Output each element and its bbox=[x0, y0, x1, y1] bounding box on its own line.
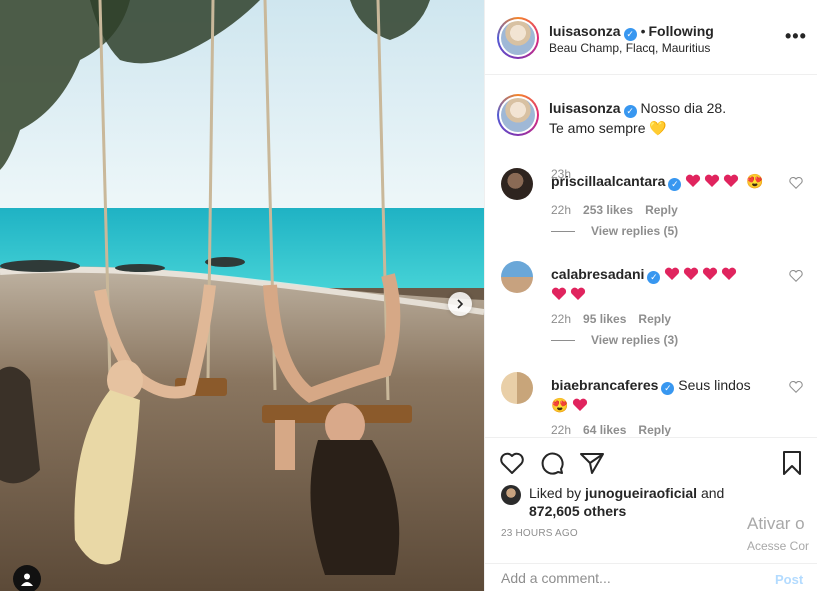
windows-activation-subtext: Acesse Cor bbox=[747, 539, 810, 553]
comment-time[interactable]: 22h bbox=[551, 203, 571, 217]
caption-text: luisasonza ✓ Nosso dia 28. Te amo sempre … bbox=[549, 98, 789, 138]
liker-avatar[interactable] bbox=[501, 485, 521, 505]
author-avatar[interactable] bbox=[497, 17, 539, 59]
red-heart-icon bbox=[551, 287, 567, 300]
reply-button[interactable]: Reply bbox=[645, 203, 678, 217]
view-replies-label: View replies (5) bbox=[591, 224, 679, 238]
replies-line bbox=[551, 231, 575, 233]
verified-icon: ✓ bbox=[623, 104, 637, 118]
red-heart-icon bbox=[665, 267, 680, 280]
reply-button[interactable]: Reply bbox=[638, 423, 671, 436]
comment-likes[interactable]: 64 likes bbox=[583, 423, 626, 436]
like-heart-icon[interactable] bbox=[499, 450, 525, 476]
comment-meta: 22h 64 likes Reply bbox=[551, 423, 683, 436]
verified-icon: ✓ bbox=[623, 28, 637, 41]
commenter-username[interactable]: biaebrancaferes bbox=[551, 377, 658, 393]
yellow-heart-icon: 💛 bbox=[649, 120, 667, 136]
comment-text: priscillaalcantara ✓ 😍 bbox=[551, 171, 771, 191]
commenter-avatar[interactable] bbox=[501, 168, 533, 200]
like-comment-icon[interactable] bbox=[789, 380, 803, 394]
heart-eyes-icon: 😍 bbox=[551, 397, 569, 413]
caption-line1: Nosso dia 28. bbox=[640, 100, 727, 116]
comment-text: calabresadani ✓ bbox=[551, 264, 771, 304]
commenter-username[interactable]: priscillaalcantara bbox=[551, 173, 665, 189]
view-replies-button[interactable]: View replies (5) bbox=[551, 224, 678, 238]
comment-text: biaebrancaferes ✓ Seus lindos 😍 bbox=[551, 375, 771, 415]
post-header: luisasonza ✓ • Following Beau Champ, Flacq,… bbox=[485, 0, 817, 75]
author-username[interactable]: luisasonza bbox=[549, 23, 621, 39]
add-comment-bar: Post bbox=[485, 563, 817, 591]
view-replies-label: View replies (3) bbox=[591, 333, 679, 347]
liked-by-and: and bbox=[700, 485, 725, 501]
red-heart-icon bbox=[686, 174, 701, 187]
save-bookmark-icon[interactable] bbox=[779, 450, 805, 476]
commenter-username[interactable]: calabresadani bbox=[551, 266, 644, 282]
swing-beach-photo bbox=[0, 0, 484, 591]
likes-count[interactable]: 872,605 others bbox=[529, 503, 626, 519]
comment-time[interactable]: 22h bbox=[551, 312, 571, 326]
comment-body: Seus lindos bbox=[678, 377, 751, 393]
red-heart-icon bbox=[705, 174, 720, 187]
reply-button[interactable]: Reply bbox=[638, 312, 671, 326]
liked-by-prefix: Liked by bbox=[529, 485, 582, 501]
red-heart-icon bbox=[722, 267, 737, 280]
verified-icon: ✓ bbox=[661, 381, 675, 395]
author-line: luisasonza ✓ • Following bbox=[549, 23, 714, 41]
comment-time[interactable]: 22h bbox=[551, 423, 571, 436]
comments-list[interactable]: luisasonza ✓ Nosso dia 28. Te amo sempre … bbox=[485, 76, 817, 436]
comment-input[interactable] bbox=[501, 570, 751, 586]
red-heart-icon bbox=[573, 398, 588, 411]
post-comment-button[interactable]: Post bbox=[775, 572, 803, 587]
following-button[interactable]: Following bbox=[649, 23, 714, 39]
post-timestamp[interactable]: 23 HOURS AGO bbox=[501, 528, 578, 539]
comment-likes[interactable]: 95 likes bbox=[583, 312, 626, 326]
separator-dot: • bbox=[640, 23, 646, 39]
like-comment-icon[interactable] bbox=[789, 176, 803, 190]
chevron-right-icon bbox=[457, 299, 464, 309]
view-replies-button[interactable]: View replies (3) bbox=[551, 333, 678, 347]
verified-icon: ✓ bbox=[647, 270, 661, 284]
comment-bubble-icon[interactable] bbox=[539, 450, 565, 476]
commenter-avatar[interactable] bbox=[501, 372, 533, 404]
comment-meta: 22h 253 likes Reply bbox=[551, 203, 690, 217]
red-heart-icon bbox=[570, 287, 586, 300]
commenter-avatar[interactable] bbox=[501, 261, 533, 293]
red-heart-icon bbox=[724, 174, 739, 187]
comment-likes[interactable]: 253 likes bbox=[583, 203, 633, 217]
next-photo-button[interactable] bbox=[448, 292, 472, 316]
red-heart-icon bbox=[703, 267, 718, 280]
caption-avatar[interactable] bbox=[497, 94, 539, 136]
caption-username[interactable]: luisasonza bbox=[549, 100, 621, 116]
windows-activation-watermark: Ativar o bbox=[747, 514, 805, 533]
liked-by-user[interactable]: junogueiraoficial bbox=[585, 485, 697, 501]
tagged-users-button[interactable] bbox=[13, 565, 41, 591]
more-options-icon[interactable]: ••• bbox=[785, 26, 807, 47]
post-side-panel: luisasonza ✓ • Following Beau Champ, Flacq,… bbox=[484, 0, 817, 591]
caption-line2: Te amo sempre bbox=[549, 120, 646, 136]
verified-icon: ✓ bbox=[668, 177, 682, 191]
heart-group bbox=[685, 173, 746, 189]
post-photo[interactable] bbox=[0, 0, 484, 591]
like-comment-icon[interactable] bbox=[789, 269, 803, 283]
location-link[interactable]: Beau Champ, Flacq, Mauritius bbox=[549, 41, 710, 55]
comment-meta: 22h 95 likes Reply bbox=[551, 312, 683, 326]
heart-eyes-icon: 😍 bbox=[746, 173, 764, 189]
share-plane-icon[interactable] bbox=[579, 450, 605, 476]
user-tag-icon bbox=[21, 573, 33, 586]
red-heart-icon bbox=[684, 267, 699, 280]
replies-line bbox=[551, 340, 575, 342]
